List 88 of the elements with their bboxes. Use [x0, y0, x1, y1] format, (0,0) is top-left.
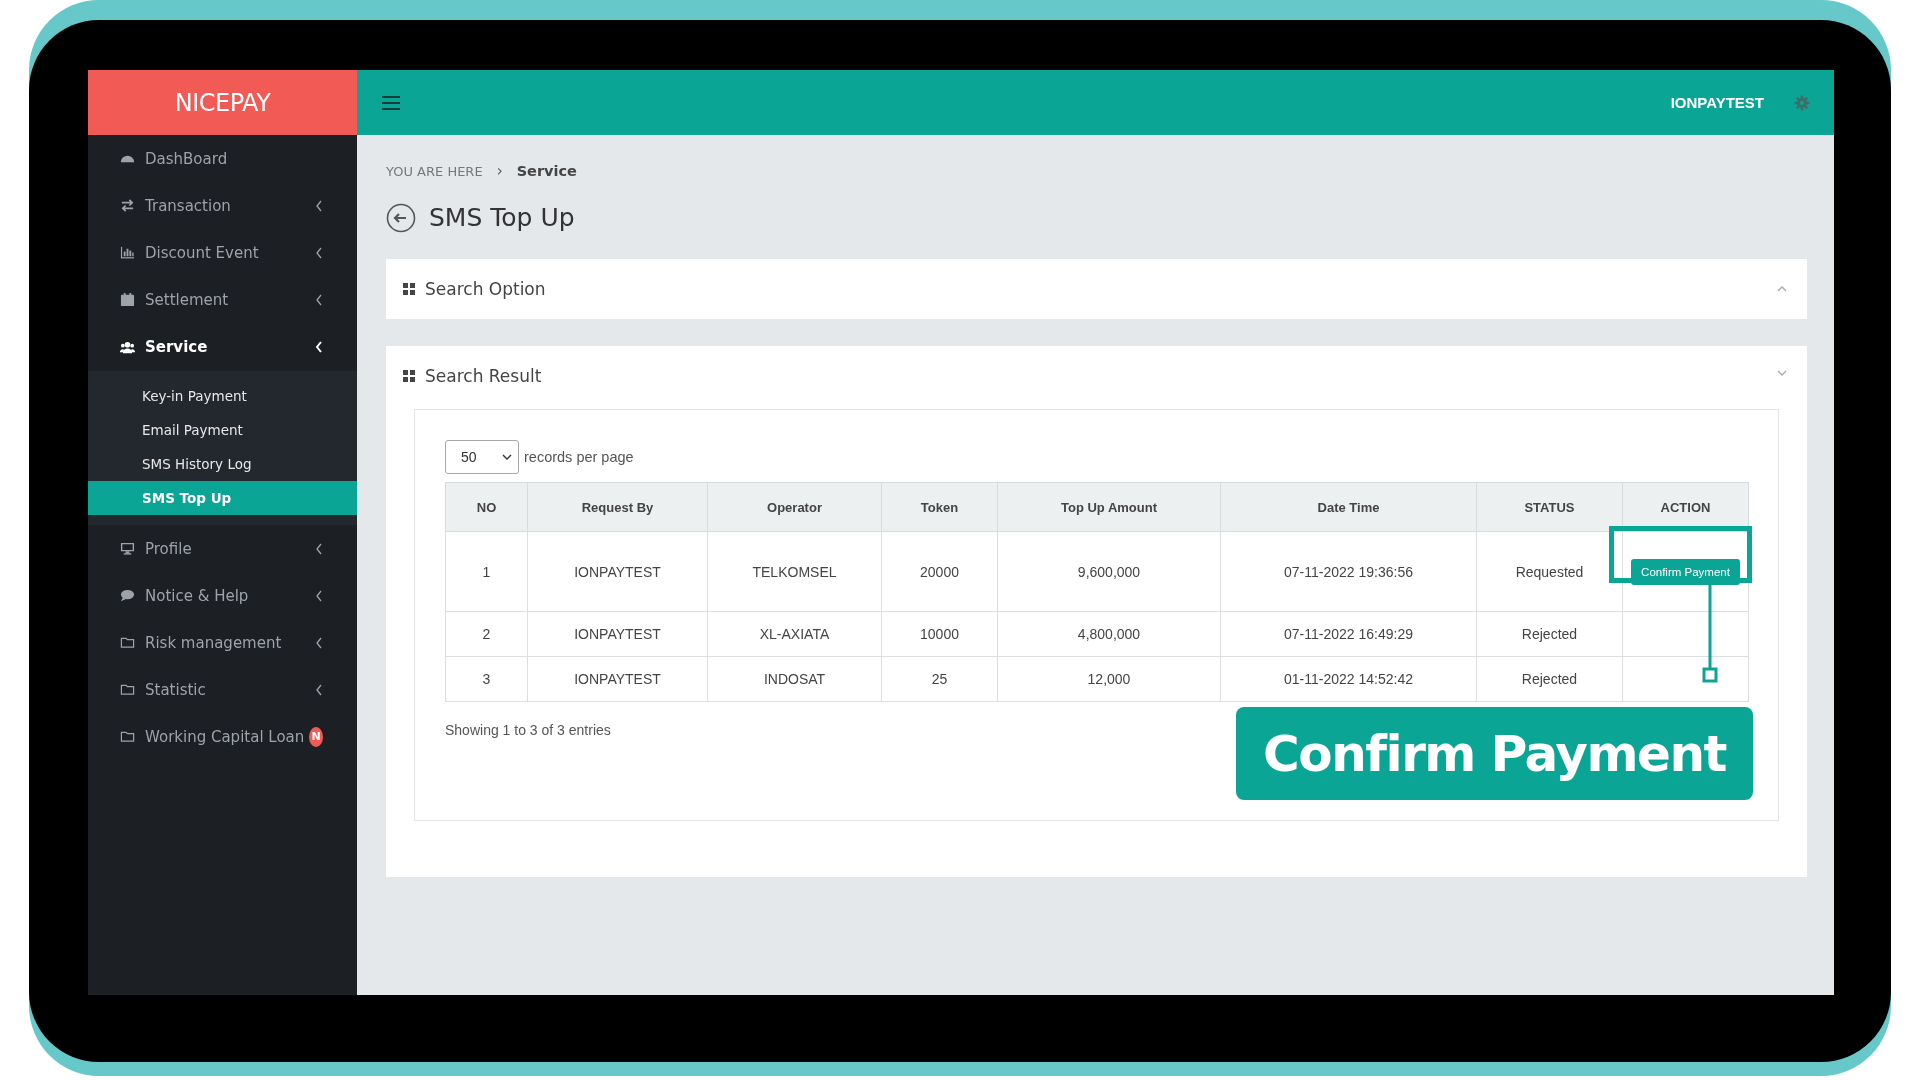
column-header: Date Time	[1220, 482, 1477, 532]
chevron-down-icon[interactable]	[1777, 370, 1787, 376]
chevron-left-icon	[315, 542, 323, 555]
back-icon[interactable]	[386, 202, 416, 233]
table-cell: INDOSAT	[707, 656, 882, 702]
settings-icon[interactable]	[1794, 94, 1810, 111]
new-badge: N	[309, 726, 323, 747]
arrows-icon	[120, 198, 135, 213]
callout-label: Confirm Payment	[1236, 707, 1753, 800]
column-header: NO	[445, 482, 528, 532]
chevron-left-icon	[315, 293, 323, 306]
table-cell: 01-11-2022 14:52:42	[1220, 656, 1477, 702]
column-header: Top Up Amount	[997, 482, 1221, 532]
folder-icon	[120, 682, 135, 697]
table-cell: 4,800,000	[997, 611, 1221, 657]
table-cell: 07-11-2022 19:36:56	[1220, 531, 1477, 612]
sidebar-item[interactable]: Settlement	[88, 276, 357, 323]
bar-chart-icon	[120, 245, 135, 260]
sidebar-item-label: Statistic	[145, 680, 206, 699]
table-cell: 9,600,000	[997, 531, 1221, 612]
table-cell: 25	[881, 656, 998, 702]
page-size-label: records per page	[524, 449, 634, 465]
sidebar-item-label: Profile	[145, 539, 192, 558]
page-size-select[interactable]: 50	[445, 440, 519, 474]
grid-icon	[403, 370, 415, 382]
chevron-left-icon	[315, 683, 323, 696]
table-cell: IONPAYTEST	[527, 531, 708, 612]
column-header: STATUS	[1476, 482, 1623, 532]
table-cell: IONPAYTEST	[527, 656, 708, 702]
chevron-left-icon	[315, 246, 323, 259]
chevron-up-icon[interactable]	[1777, 286, 1787, 292]
submenu-item[interactable]: Key-in Payment	[88, 379, 357, 413]
panel-title: Search Option	[425, 279, 546, 299]
column-header: Token	[881, 482, 998, 532]
table-cell: XL-AXIATA	[707, 611, 882, 657]
breadcrumb-label: YOU ARE HERE	[386, 163, 483, 179]
table-cell: 12,000	[997, 656, 1221, 702]
sidebar-item[interactable]: Working Capital Loan N	[88, 713, 357, 760]
sidebar-item[interactable]: Profile	[88, 525, 357, 572]
sidebar-item-label: Transaction	[145, 196, 231, 215]
sidebar-item[interactable]: Statistic	[88, 666, 357, 713]
logo: NICEPAY	[88, 70, 357, 135]
breadcrumb-link[interactable]: Service	[516, 163, 577, 179]
table-cell: 20000	[881, 531, 998, 612]
sidebar-item-label: Discount Event	[145, 243, 259, 262]
table-cell: 3	[445, 656, 528, 702]
users-icon	[120, 339, 135, 355]
entries-info: Showing 1 to 3 of 3 entries	[445, 722, 612, 738]
table-cell: 1	[445, 531, 528, 612]
column-header: Operator	[707, 482, 882, 532]
folder-icon	[120, 635, 135, 650]
monitor-icon	[120, 541, 135, 556]
sidebar-item-label: Settlement	[145, 290, 229, 309]
page-title: SMS Top Up	[429, 203, 575, 232]
sidebar-item[interactable]: Service	[88, 323, 357, 371]
submenu-item[interactable]: SMS History Log	[88, 447, 357, 481]
column-header: Request By	[527, 482, 708, 532]
calendar-icon	[120, 292, 135, 307]
grid-icon	[403, 283, 415, 295]
panel-title: Search Result	[425, 366, 542, 386]
table-cell: IONPAYTEST	[527, 611, 708, 657]
menu-icon[interactable]	[382, 95, 400, 110]
table-cell: 10000	[881, 611, 998, 657]
sidebar-item-label: Risk management	[145, 633, 282, 652]
sidebar-item[interactable]: Transaction	[88, 182, 357, 229]
table-cell: Rejected	[1476, 656, 1623, 702]
chevron-left-icon	[315, 589, 323, 602]
caret-icon	[502, 454, 512, 460]
table-cell: Rejected	[1476, 611, 1623, 657]
sidebar-item[interactable]: Notice & Help	[88, 572, 357, 619]
chevron-left-icon	[315, 199, 323, 212]
table-cell: 2	[445, 611, 528, 657]
table-cell: TELKOMSEL	[707, 531, 882, 612]
submenu-item[interactable]: Email Payment	[88, 413, 357, 447]
sidebar-item[interactable]: Discount Event	[88, 229, 357, 276]
table-cell: 07-11-2022 16:49:29	[1220, 611, 1477, 657]
sidebar-item-label: DashBoard	[145, 149, 228, 168]
speech-bubble-icon	[120, 588, 135, 603]
chevron-left-icon	[315, 341, 323, 353]
sidebar-item[interactable]: DashBoard	[88, 135, 357, 182]
table-cell: Requested	[1476, 531, 1623, 612]
breadcrumb-separator: ›	[496, 162, 503, 180]
sidebar-item-label: Notice & Help	[145, 586, 249, 605]
chevron-left-icon	[315, 636, 323, 649]
sidebar-item-label: Working Capital Loan	[145, 727, 305, 746]
sidebar-item[interactable]: Risk management	[88, 619, 357, 666]
folder-icon	[120, 729, 135, 744]
sidebar-item-label: Service	[145, 338, 208, 356]
